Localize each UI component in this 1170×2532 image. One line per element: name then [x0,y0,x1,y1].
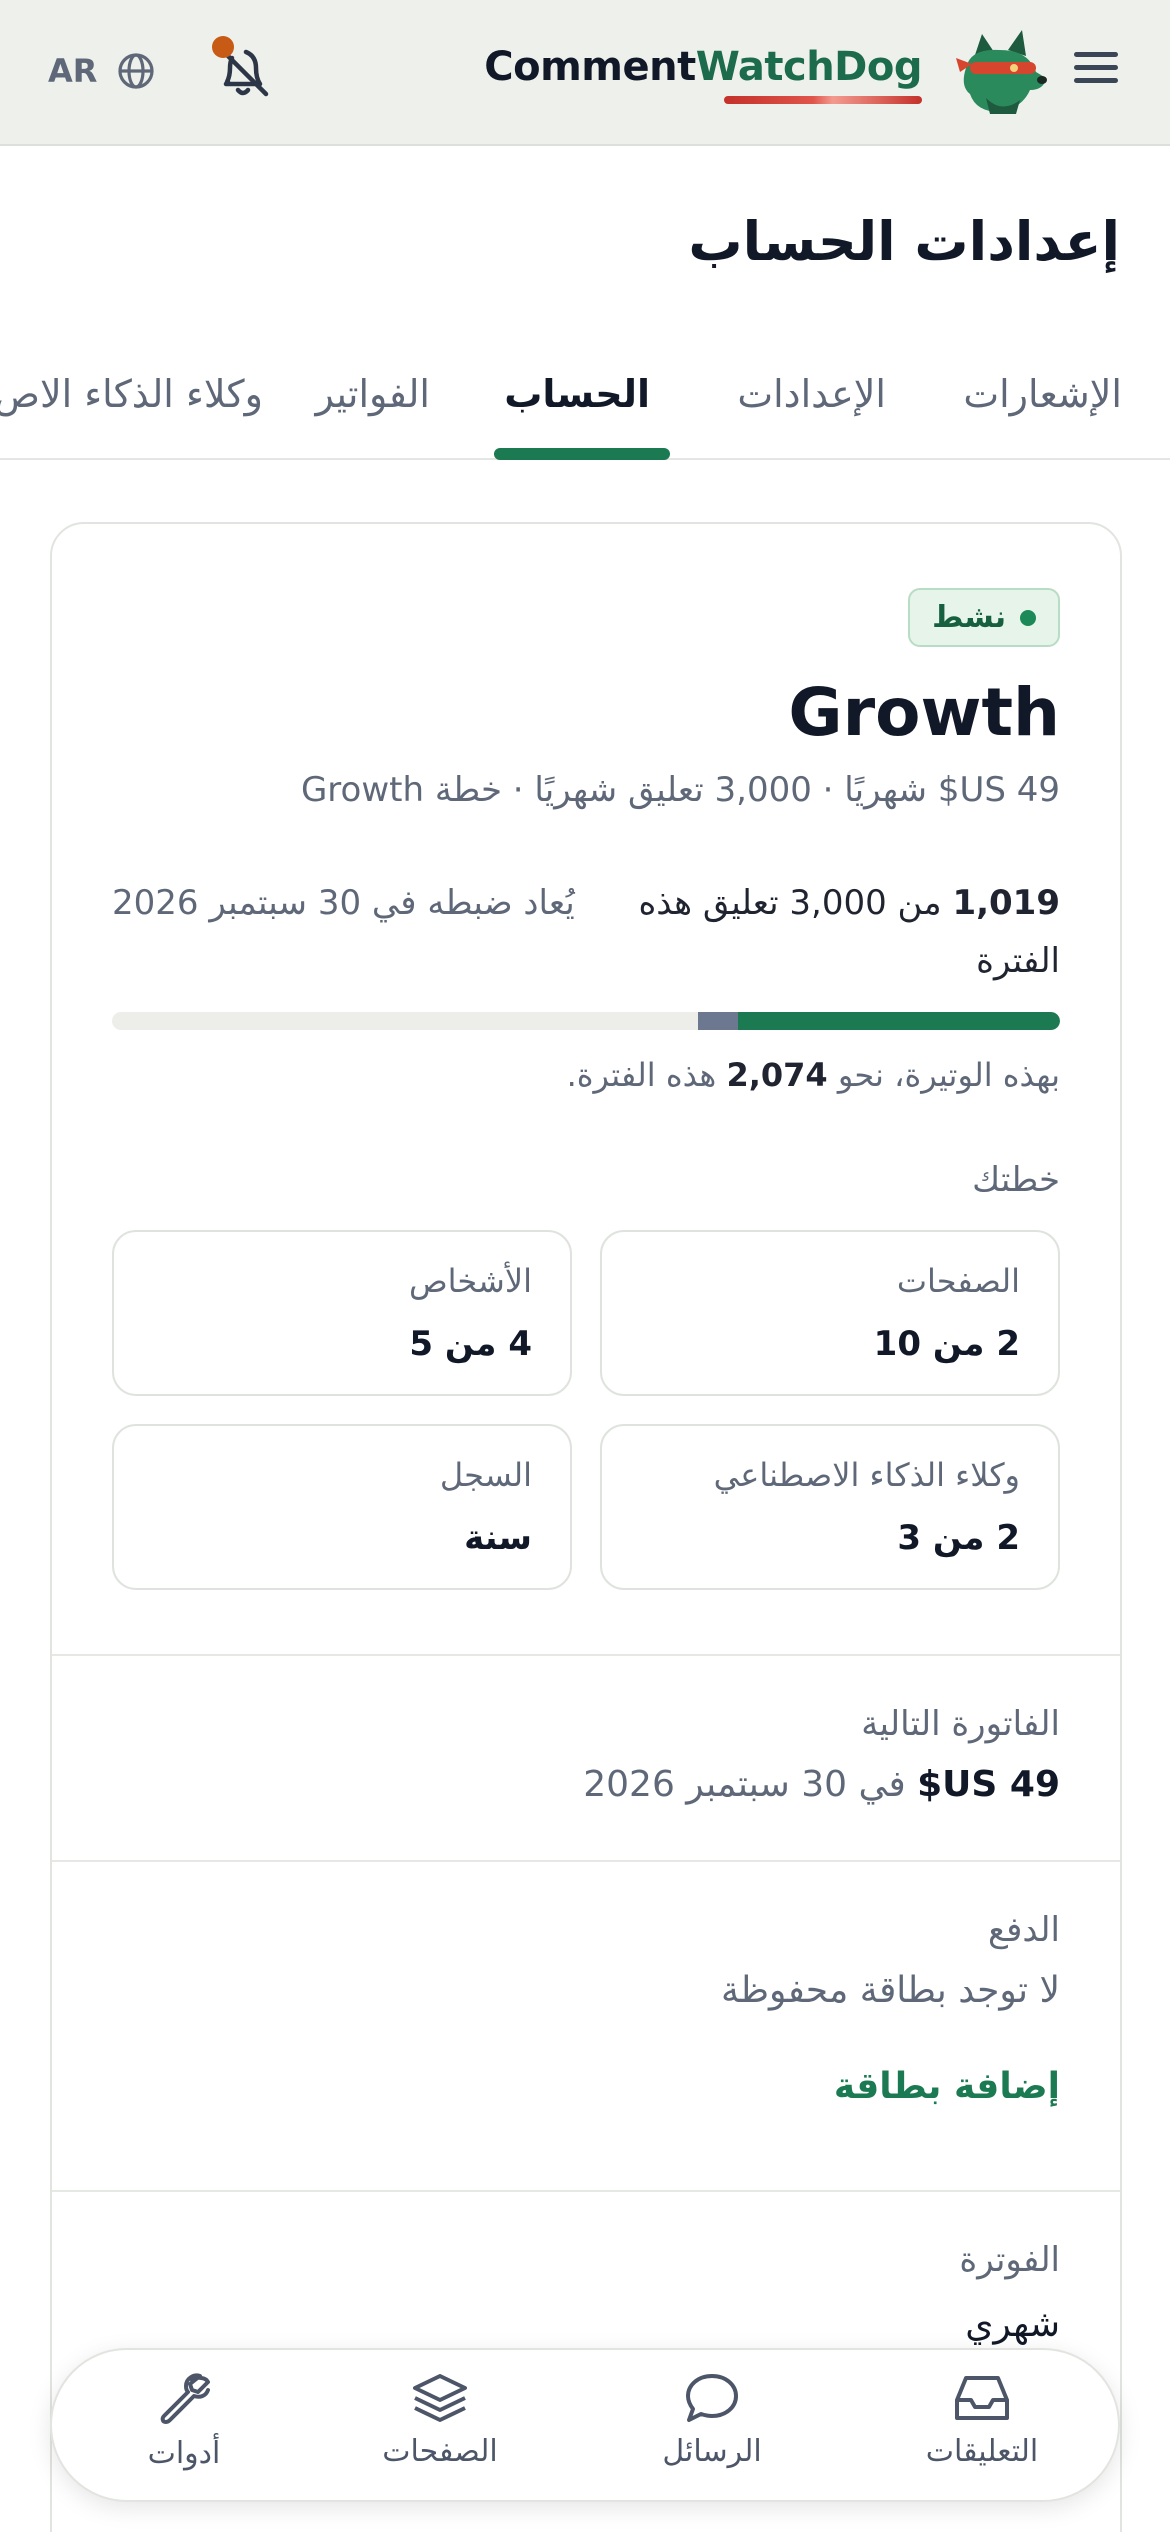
nav-pages[interactable]: الصفحات [350,2372,530,2469]
status-badge: نشط [908,588,1060,647]
payment-value: لا توجد بطاقة محفوظة [721,1970,1060,2011]
plan-tile-ai-agents: وكلاء الذكاء الاصطناعي 2 من 3 [600,1424,1060,1590]
plan-tile-pages: الصفحات 2 من 10 [600,1230,1060,1396]
language-switcher[interactable]: AR [48,52,155,90]
nav-messages[interactable]: الرسائل [622,2372,802,2469]
billing-label: الفوترة [959,2240,1060,2280]
payment-label: الدفع [987,1910,1060,1950]
watchdog-logo-icon [956,30,1047,114]
language-code: AR [48,52,98,90]
page-title: إعدادات الحساب [688,210,1120,273]
plan-tile-people: الأشخاص 4 من 5 [112,1230,572,1396]
next-invoice-value: 49 US$ في 30 سبتمبر 2026 [583,1764,1060,1805]
settings-tabs: الإشعارات الإعدادات الحساب الفواتير وكلا… [0,348,1170,460]
divider [52,1654,1120,1656]
plan-description: 49 US$ شهريًا · 3,000 تعليق شهريًا · خطة… [300,770,1060,810]
menu-icon[interactable] [1074,52,1118,92]
chat-bubble-icon [686,2374,738,2422]
reset-date: يُعاد ضبطه في 30 سبتمبر 2026 [112,883,575,923]
pace-projection-bar [698,1012,738,1030]
status-label: نشط [932,600,1006,635]
nav-tools[interactable]: أدوات [94,2372,274,2471]
usage-fill [738,1012,1060,1030]
tab-account[interactable]: الحساب [504,372,650,416]
pace-projection: بهذه الوتيرة، نحو 2,074 هذه الفترة. [566,1056,1060,1094]
active-tab-indicator [494,448,670,460]
brand-underline [724,96,922,104]
inbox-icon [955,2376,1009,2420]
billing-value: شهري [965,2304,1060,2345]
layers-icon [413,2374,467,2422]
wrench-icon [160,2373,210,2424]
usage-count: 1,019 [952,883,1060,923]
globe-icon [118,53,155,89]
nav-comments[interactable]: التعليقات [892,2372,1072,2469]
top-bar: CommentWatchDog AR [0,0,1170,146]
tab-ai-agents[interactable]: وكلاء الذكاء الاص [0,372,263,416]
add-card-link[interactable]: إضافة بطاقة [834,2066,1060,2107]
status-dot [1020,609,1036,626]
subscription-card: نشط Growth 49 US$ شهريًا · 3,000 تعليق ش… [50,522,1122,2532]
tab-notifications[interactable]: الإشعارات [963,372,1122,416]
brand-name[interactable]: CommentWatchDog [484,44,922,90]
plan-tile-history: السجل سنة [112,1424,572,1590]
next-invoice-label: الفاتورة التالية [861,1704,1060,1744]
plan-name: Growth [788,674,1060,751]
tab-settings[interactable]: الإعدادات [737,372,886,416]
usage-progress-bar [112,1012,1060,1030]
divider [52,1860,1120,1862]
usage-text: 1,019 من 3,000 تعليق هذه الفترة [638,883,1060,981]
your-plan-label: خطتك [972,1160,1060,1200]
divider [52,2190,1120,2192]
notification-dot [212,36,234,58]
tab-invoices[interactable]: الفواتير [315,372,430,416]
bottom-navigation: التعليقات الرسائل الصفحات أدوات [50,2348,1120,2502]
